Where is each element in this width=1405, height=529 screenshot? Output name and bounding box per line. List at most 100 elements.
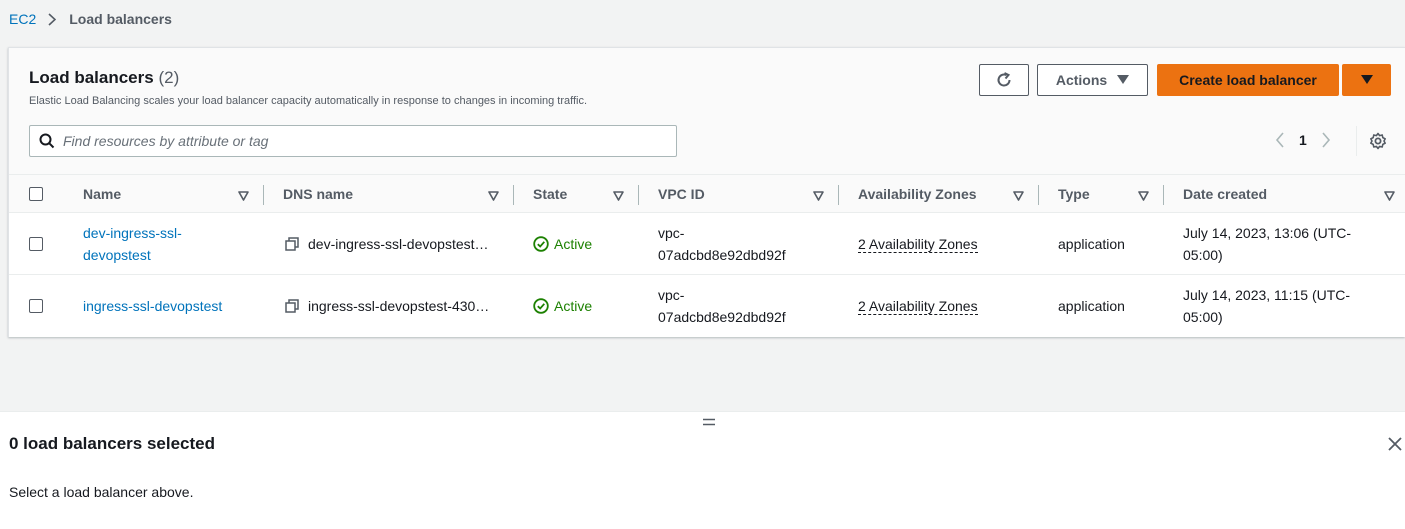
column-divider[interactable]: [638, 185, 639, 205]
column-header-type[interactable]: Type: [1058, 175, 1149, 213]
create-load-balancer-label: Create load balancer: [1179, 72, 1317, 88]
sort-icon[interactable]: [1013, 188, 1024, 204]
column-label: State: [533, 186, 568, 202]
pagination: 1: [1275, 132, 1331, 148]
sort-icon[interactable]: [1138, 188, 1149, 204]
column-label: Date created: [1183, 186, 1268, 202]
column-label: DNS name: [283, 186, 354, 202]
cell-name[interactable]: ingress-ssl-devopstest: [83, 275, 253, 337]
cell-dns-name: ingress-ssl-devopstest-430…: [285, 275, 505, 337]
table-header: Name DNS name State VPC ID Availability …: [9, 174, 1405, 213]
cell-name[interactable]: dev-ingress-ssl- devopstest: [83, 213, 253, 275]
sort-icon[interactable]: [613, 188, 624, 204]
column-label: Type: [1058, 186, 1090, 202]
search-input[interactable]: [63, 133, 653, 149]
dns-name-text: ingress-ssl-devopstest-430…: [308, 298, 490, 314]
cell-date-created: July 14, 2023, 11:15 (UTC- 05:00): [1183, 275, 1393, 337]
chevron-right-icon[interactable]: [1321, 132, 1331, 148]
page-description: Elastic Load Balancing scales your load …: [29, 95, 588, 107]
status-text: Active: [554, 236, 593, 252]
date-line: 05:00): [1183, 309, 1223, 325]
actions-button[interactable]: Actions: [1037, 64, 1148, 96]
check-circle-icon: [533, 236, 549, 252]
cell-type: application: [1058, 298, 1125, 314]
load-balancer-name-link[interactable]: ingress-ssl-devopstest: [83, 295, 222, 317]
load-balancers-panel: Load balancers (2) Elastic Load Balancin…: [8, 47, 1405, 337]
load-balancers-table: Name DNS name State VPC ID Availability …: [9, 174, 1405, 337]
copy-icon[interactable]: [285, 237, 299, 251]
cell-state: Active: [533, 213, 633, 275]
search-icon: [39, 133, 55, 149]
chevron-right-icon: [48, 12, 58, 26]
column-divider[interactable]: [1163, 185, 1164, 205]
search-field[interactable]: [29, 125, 677, 157]
chevron-left-icon[interactable]: [1275, 132, 1285, 148]
create-options-dropdown-button[interactable]: [1342, 64, 1391, 96]
status-badge: Active: [533, 295, 592, 317]
column-divider[interactable]: [263, 185, 264, 205]
caret-down-icon: [1117, 75, 1130, 85]
sort-icon[interactable]: [238, 188, 249, 204]
select-all-checkbox[interactable]: [29, 187, 43, 201]
vpc-line: vpc-: [658, 225, 685, 241]
close-icon[interactable]: [1388, 437, 1402, 451]
page-number[interactable]: 1: [1299, 132, 1307, 148]
split-panel-title: 0 load balancers selected: [9, 434, 215, 453]
status-text: Active: [554, 298, 593, 314]
breadcrumb: EC2 Load balancers: [9, 11, 172, 27]
vpc-line: vpc-: [658, 287, 685, 303]
column-header-state[interactable]: State: [533, 175, 624, 213]
cell-type: application: [1058, 236, 1125, 252]
breadcrumb-current: Load balancers: [69, 11, 172, 27]
date-line: July 14, 2023, 13:06 (UTC-: [1183, 225, 1352, 241]
table-row[interactable]: ingress-ssl-devopstest ingress-ssl-devop…: [9, 275, 1405, 337]
name-line: dev-ingress-ssl-: [83, 225, 182, 241]
column-header-name[interactable]: Name: [83, 175, 249, 213]
refresh-icon: [995, 71, 1013, 89]
caret-down-icon: [1360, 75, 1373, 85]
column-divider[interactable]: [513, 185, 514, 205]
cell-availability-zones: 2 Availability Zones: [858, 213, 1028, 275]
refresh-button[interactable]: [979, 64, 1029, 96]
row-checkbox[interactable]: [29, 237, 43, 251]
create-load-balancer-button[interactable]: Create load balancer: [1157, 64, 1339, 96]
cell-availability-zones: 2 Availability Zones: [858, 275, 1028, 337]
split-panel: 0 load balancers selected Select a load …: [0, 411, 1405, 529]
availability-zones-popover[interactable]: 2 Availability Zones: [858, 298, 978, 315]
availability-zones-popover[interactable]: 2 Availability Zones: [858, 236, 978, 253]
load-balancer-name-link[interactable]: dev-ingress-ssl- devopstest: [83, 222, 182, 266]
column-divider[interactable]: [838, 185, 839, 205]
cell-state: Active: [533, 275, 633, 337]
column-header-dns-name[interactable]: DNS name: [283, 175, 499, 213]
column-header-date-created[interactable]: Date created: [1183, 175, 1395, 213]
check-circle-icon: [533, 298, 549, 314]
table-row[interactable]: dev-ingress-ssl- devopstest dev-ingress-…: [9, 213, 1405, 275]
column-divider[interactable]: [1038, 185, 1039, 205]
cell-dns-name: dev-ingress-ssl-devopstest…: [285, 213, 505, 275]
pager-divider: [1356, 126, 1357, 156]
sort-icon[interactable]: [1384, 188, 1395, 204]
cell-vpc-id: vpc- 07adcbd8e92dbd92f: [658, 213, 828, 275]
copy-icon[interactable]: [285, 299, 299, 313]
dns-name-text: dev-ingress-ssl-devopstest…: [308, 236, 489, 252]
column-label: VPC ID: [658, 186, 705, 202]
sort-icon[interactable]: [488, 188, 499, 204]
settings-icon[interactable]: [1369, 132, 1387, 150]
drag-handle-icon[interactable]: [702, 418, 716, 426]
page-title-text: Load balancers: [29, 68, 154, 87]
breadcrumb-ec2-link[interactable]: EC2: [9, 11, 36, 27]
resource-count: (2): [158, 68, 180, 87]
name-line: devopstest: [83, 247, 151, 263]
actions-label: Actions: [1055, 72, 1108, 88]
row-checkbox[interactable]: [29, 299, 43, 313]
date-line: July 14, 2023, 11:15 (UTC-: [1183, 287, 1351, 303]
vpc-line: 07adcbd8e92dbd92f: [658, 247, 786, 263]
column-label: Name: [83, 186, 122, 202]
column-label: Availability Zones: [858, 186, 977, 202]
cell-vpc-id: vpc- 07adcbd8e92dbd92f: [658, 275, 828, 337]
sort-icon[interactable]: [813, 188, 824, 204]
column-header-vpc-id[interactable]: VPC ID: [658, 175, 824, 213]
page-title: Load balancers (2): [29, 68, 179, 88]
cell-date-created: July 14, 2023, 13:06 (UTC- 05:00): [1183, 213, 1393, 275]
column-header-availability-zones[interactable]: Availability Zones: [858, 175, 1024, 213]
